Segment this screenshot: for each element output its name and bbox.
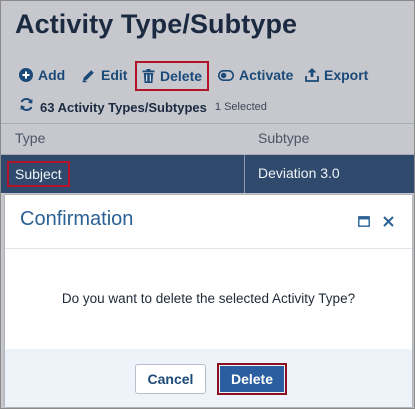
toolbar: Add Edit Delete Activate Export (1, 59, 414, 91)
trash-icon (142, 69, 155, 83)
activate-button[interactable]: Activate (218, 62, 293, 88)
export-icon (305, 68, 319, 82)
record-count: 63 Activity Types/Subtypes (40, 99, 207, 115)
delete-button[interactable]: Delete (135, 61, 209, 91)
grid-header: Type Subtype (1, 123, 414, 155)
maximize-icon[interactable] (356, 213, 372, 229)
pencil-icon (81, 68, 96, 83)
activate-label: Activate (239, 67, 294, 83)
delete-label: Delete (160, 68, 203, 84)
dialog-title: Confirmation (20, 208, 134, 230)
column-header-subtype[interactable]: Subtype (258, 130, 309, 146)
dialog-body: Do you want to delete the selected Activ… (5, 249, 412, 349)
delete-button-highlight: Delete (217, 363, 287, 395)
add-label: Add (38, 67, 66, 83)
edit-button[interactable]: Edit (81, 62, 127, 88)
dialog-message: Do you want to delete the selected Activ… (61, 291, 356, 306)
plus-circle-icon (19, 68, 33, 82)
table-row[interactable]: Subject Deviation 3.0 (1, 155, 414, 193)
toggle-icon (218, 69, 234, 81)
cell-subtype: Deviation 3.0 (258, 165, 340, 181)
export-button[interactable]: Export (305, 62, 368, 88)
column-header-type[interactable]: Type (15, 130, 45, 146)
summary-bar: 63 Activity Types/Subtypes 1 Selected (19, 97, 267, 117)
dialog-footer: Cancel Delete (5, 349, 412, 407)
column-divider (244, 155, 245, 193)
edit-label: Edit (101, 67, 128, 83)
confirm-delete-button[interactable]: Delete (220, 366, 284, 392)
refresh-icon[interactable] (19, 97, 34, 117)
export-label: Export (324, 67, 369, 83)
dialog-header: Confirmation (5, 195, 412, 249)
cancel-button[interactable]: Cancel (135, 364, 206, 394)
page-title: Activity Type/Subtype (15, 9, 298, 39)
close-icon[interactable] (380, 213, 396, 229)
cell-type: Subject (7, 161, 70, 187)
app-window: Activity Type/Subtype Add Edit Delete Ac… (0, 0, 415, 409)
confirmation-dialog: Confirmation Do you want to delete the s… (5, 195, 412, 407)
add-button[interactable]: Add (19, 62, 65, 88)
selected-count: 1 Selected (214, 101, 267, 113)
